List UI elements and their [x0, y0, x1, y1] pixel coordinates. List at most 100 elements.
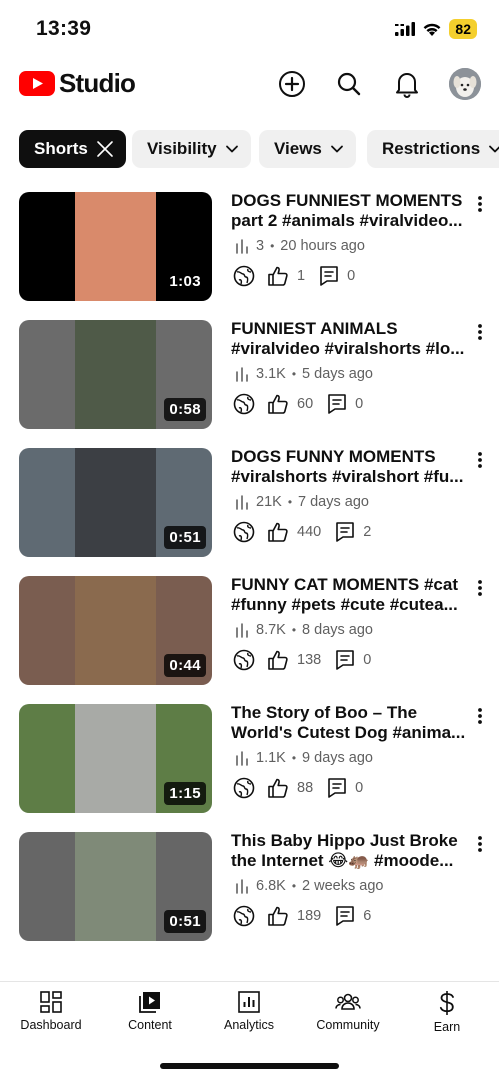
- chip-label: Restrictions: [382, 139, 481, 158]
- thumbs-up-icon: [268, 394, 288, 414]
- globe-icon: [233, 777, 255, 799]
- nav-content[interactable]: Content: [100, 990, 200, 1032]
- chip-views[interactable]: Views: [259, 130, 356, 168]
- video-title[interactable]: This Baby Hippo Just Broke the Internet …: [231, 831, 471, 871]
- comment-icon: [328, 394, 346, 414]
- video-thumbnail[interactable]: 0:44: [19, 576, 212, 685]
- video-duration: 0:58: [164, 398, 206, 421]
- video-duration: 1:03: [164, 270, 206, 293]
- video-list-item[interactable]: 1:15 The Story of Boo – The World's Cute…: [0, 703, 499, 814]
- upload-age: 7 days ago: [298, 494, 369, 510]
- more-options-button[interactable]: [470, 192, 490, 216]
- globe-icon: [233, 265, 255, 287]
- more-options-button[interactable]: [470, 576, 490, 600]
- chip-visibility[interactable]: Visibility: [132, 130, 251, 168]
- home-indicator[interactable]: [160, 1063, 339, 1069]
- thumbnail-left-pad: [19, 320, 75, 429]
- more-options-button[interactable]: [470, 448, 490, 472]
- thumbs-up-icon: [268, 522, 288, 542]
- like-count: 440: [297, 524, 322, 540]
- view-count: 6.8K: [256, 878, 286, 894]
- views-bars-icon: [236, 367, 248, 382]
- thumbnail-left-pad: [19, 704, 75, 813]
- video-thumbnail[interactable]: 1:03: [19, 192, 212, 301]
- video-thumbnail[interactable]: 0:51: [19, 832, 212, 941]
- chip-label: Visibility: [147, 139, 217, 158]
- more-vertical-icon: [478, 836, 482, 852]
- notifications-button[interactable]: [391, 68, 423, 100]
- views-bars-icon: [236, 879, 248, 894]
- video-title[interactable]: DOGS FUNNY MOMENTS #viralshorts #viralsh…: [231, 447, 471, 487]
- more-vertical-icon: [478, 708, 482, 724]
- more-vertical-icon: [478, 196, 482, 212]
- youtube-play-icon: [19, 71, 55, 96]
- video-stats: 138 0: [233, 649, 385, 671]
- like-count: 189: [297, 908, 322, 924]
- video-list-item[interactable]: 0:51 This Baby Hippo Just Broke the Inte…: [0, 831, 499, 942]
- video-thumbnail[interactable]: 0:51: [19, 448, 212, 557]
- video-duration: 0:44: [164, 654, 206, 677]
- video-stats: 1 0: [233, 265, 369, 287]
- chip-restrictions[interactable]: Restrictions: [367, 130, 499, 168]
- view-count: 3.1K: [256, 366, 286, 382]
- video-stats: 189 6: [233, 905, 385, 927]
- status-time: 13:39: [36, 17, 92, 40]
- dashboard-icon: [40, 991, 62, 1013]
- view-count: 8.7K: [256, 622, 286, 638]
- separator-dot: •: [291, 623, 297, 637]
- video-title[interactable]: The Story of Boo – The World's Cutest Do…: [231, 703, 471, 743]
- search-button[interactable]: [333, 68, 365, 100]
- video-meta: 6.8K • 2 weeks ago: [234, 878, 383, 894]
- views-bars-icon: [236, 239, 248, 254]
- nav-label: Community: [316, 1018, 380, 1032]
- add-circle-icon: [279, 71, 305, 97]
- view-count: 1.1K: [256, 750, 286, 766]
- separator-dot: •: [291, 751, 297, 765]
- nav-dashboard[interactable]: Dashboard: [1, 990, 101, 1032]
- nav-earn[interactable]: Earn: [397, 990, 497, 1034]
- video-meta: 3.1K • 5 days ago: [234, 366, 373, 382]
- more-options-button[interactable]: [470, 320, 490, 344]
- globe-icon: [233, 521, 255, 543]
- content-icon: [139, 992, 160, 1013]
- account-avatar[interactable]: [449, 68, 481, 100]
- comment-icon: [336, 522, 355, 542]
- video-list-item[interactable]: 0:51 DOGS FUNNY MOMENTS #viralshorts #vi…: [0, 447, 499, 558]
- video-title[interactable]: FUNNIEST ANIMALS #viralvideo #viralshort…: [231, 319, 471, 359]
- video-title-line2: part 2 #animals #viralvideo...: [231, 211, 463, 230]
- create-button[interactable]: [276, 68, 308, 100]
- nav-label: Analytics: [223, 1018, 275, 1032]
- thumbnail-image: [75, 832, 156, 941]
- video-thumbnail[interactable]: 0:58: [19, 320, 212, 429]
- more-vertical-icon: [478, 580, 482, 596]
- thumbnail-left-pad: [19, 576, 75, 685]
- globe-icon: [233, 649, 255, 671]
- video-title[interactable]: FUNNY CAT MOMENTS #cat #funny #pets #cut…: [231, 575, 471, 615]
- battery-indicator: 82: [449, 19, 477, 39]
- video-title[interactable]: DOGS FUNNIEST MOMENTS part 2 #animals #v…: [231, 191, 471, 231]
- chip-shorts[interactable]: Shorts: [19, 130, 126, 168]
- video-list-item[interactable]: 0:44 FUNNY CAT MOMENTS #cat #funny #pets…: [0, 575, 499, 686]
- more-options-button[interactable]: [470, 704, 490, 728]
- youtube-studio-logo[interactable]: Studio: [19, 68, 136, 99]
- video-list-item[interactable]: 1:03 DOGS FUNNIEST MOMENTS part 2 #anima…: [0, 191, 499, 302]
- video-thumbnail[interactable]: 1:15: [19, 704, 212, 813]
- close-icon[interactable]: [96, 140, 114, 158]
- video-title-line1: DOGS FUNNIEST MOMENTS: [231, 191, 463, 210]
- video-list-item[interactable]: 0:58 FUNNIEST ANIMALS #viralvideo #viral…: [0, 319, 499, 430]
- nav-community[interactable]: Community: [298, 990, 398, 1032]
- comment-icon: [320, 266, 338, 286]
- upload-age: 20 hours ago: [280, 238, 365, 254]
- comment-count: 0: [347, 268, 356, 284]
- like-count: 1: [297, 268, 306, 284]
- more-options-button[interactable]: [470, 832, 490, 856]
- nav-analytics[interactable]: Analytics: [199, 990, 299, 1032]
- status-icons: 82: [395, 19, 477, 39]
- globe-icon: [233, 905, 255, 927]
- upload-age: 2 weeks ago: [302, 878, 384, 894]
- thumbnail-image: [75, 704, 156, 813]
- chip-label: Shorts: [34, 139, 88, 158]
- app-name: Studio: [59, 68, 136, 98]
- comment-icon: [336, 906, 355, 926]
- video-meta: 3 • 20 hours ago: [234, 238, 365, 254]
